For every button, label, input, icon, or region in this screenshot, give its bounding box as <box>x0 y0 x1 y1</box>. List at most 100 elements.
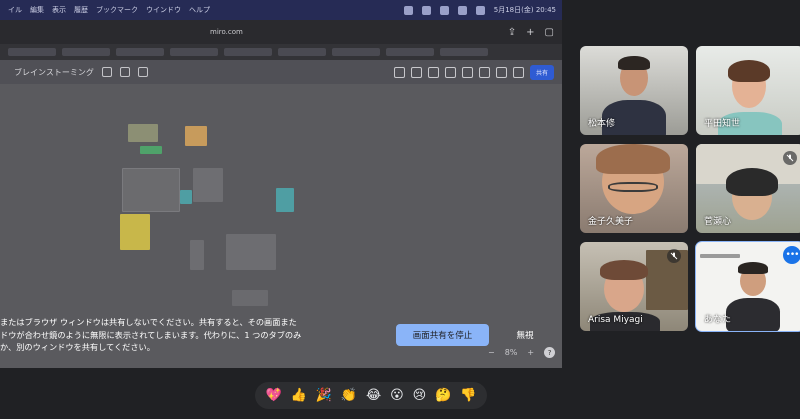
reaction-bar: 💖 👍 🎉 👏 😂 😮 😢 🤔 👎 <box>255 382 487 409</box>
shared-screen-preview: イル 編集 表示 履歴 ブックマーク ウインドウ ヘルプ 5月18日(金) 20… <box>0 0 562 368</box>
help-icon[interactable]: ? <box>544 347 556 358</box>
address-bar[interactable]: miro.com <box>210 28 243 36</box>
settings-icon[interactable] <box>101 67 112 77</box>
share-warning-line: またはブラウザ ウィンドウは共有しないでください。共有すると、その画面また <box>0 317 297 327</box>
tab-overview-icon[interactable]: ▢ <box>545 27 554 38</box>
status-icon[interactable] <box>421 5 431 15</box>
chat-icon[interactable] <box>461 66 473 78</box>
participant-hair <box>618 56 650 70</box>
participant-hair <box>600 260 648 280</box>
board-frame <box>232 290 268 306</box>
frame-icon[interactable] <box>410 66 422 78</box>
participant-hair <box>728 60 770 82</box>
bookmark-item[interactable] <box>170 48 218 56</box>
party-popper-reaction-icon[interactable]: 🎉 <box>316 388 332 403</box>
menu-clock: 5月18日(金) 20:45 <box>493 6 556 14</box>
sticky-note <box>276 188 294 212</box>
participant-name: 金子久美子 <box>588 217 634 227</box>
sticky-cluster <box>140 146 162 154</box>
pen-icon[interactable] <box>495 66 507 78</box>
thumbs-down-reaction-icon[interactable]: 👎 <box>460 388 476 403</box>
participant-body <box>726 298 780 331</box>
sticky-cluster <box>128 124 158 142</box>
share-warning-line: か、別のウィンドウを共有してください。 <box>0 342 155 352</box>
stop-sharing-button[interactable]: 画面共有を停止 <box>396 324 489 346</box>
participant-tile[interactable]: 金子久美子 <box>580 144 688 233</box>
bookmarks-bar <box>0 44 562 60</box>
timer-icon[interactable] <box>393 66 405 78</box>
participant-name: Arisa Miyagi <box>588 315 643 325</box>
search-icon[interactable] <box>137 67 148 77</box>
board-title[interactable]: ブレインストーミング <box>14 67 94 78</box>
menu-item-edit[interactable]: 編集 <box>30 5 44 15</box>
menu-item-window[interactable]: ウインドウ <box>146 5 181 15</box>
board-frame <box>226 234 276 270</box>
board-share-button[interactable]: 共有 <box>529 64 554 80</box>
menu-item-history[interactable]: 履歴 <box>74 5 88 15</box>
participant-hair <box>596 144 670 174</box>
mic-off-icon <box>783 151 797 165</box>
board-frame <box>190 240 204 270</box>
menu-item-view[interactable]: 表示 <box>52 5 66 15</box>
bookmark-item[interactable] <box>224 48 272 56</box>
menu-item-bookmarks[interactable]: ブックマーク <box>96 5 138 15</box>
thumbs-up-reaction-icon[interactable]: 👍 <box>291 388 307 403</box>
export-icon[interactable] <box>119 67 130 77</box>
clapping-reaction-icon[interactable]: 👏 <box>341 388 357 403</box>
bookmark-item[interactable] <box>278 48 326 56</box>
participant-tile[interactable]: Arisa Miyagi <box>580 242 688 331</box>
participant-hair <box>738 262 768 274</box>
mic-off-icon <box>667 249 681 263</box>
thinking-reaction-icon[interactable]: 🤔 <box>435 388 451 403</box>
board-frame <box>122 168 180 212</box>
participant-name: 松本修 <box>588 119 616 129</box>
note-icon[interactable] <box>444 66 456 78</box>
sticky-cluster <box>120 214 150 250</box>
browser-toolbar: miro.com ⇪ + ▢ <box>0 20 562 44</box>
bookmark-item[interactable] <box>386 48 434 56</box>
ignore-button[interactable]: 無視 <box>507 324 543 346</box>
zoom-in-button[interactable]: + <box>527 348 534 357</box>
cursor-icon[interactable] <box>478 66 490 78</box>
status-icon[interactable] <box>439 5 449 15</box>
menu-item-file[interactable]: イル <box>8 5 22 15</box>
share-page-icon[interactable]: ⇪ <box>508 27 516 38</box>
bookmark-item[interactable] <box>62 48 110 56</box>
participant-tile[interactable]: 松本修 <box>580 46 688 135</box>
participant-name: 菅瀬心 <box>704 217 732 227</box>
share-warning-line: ドウが合わせ鏡のように無限に表示されてしまいます。代わりに、1 つのタブのみ <box>0 329 302 340</box>
zoom-out-button[interactable]: − <box>488 348 495 357</box>
laughing-reaction-icon[interactable]: 😂 <box>366 388 381 403</box>
participant-name: 平田知世 <box>704 119 741 129</box>
grid-icon[interactable] <box>427 66 439 78</box>
more-options-button[interactable]: ••• <box>783 246 800 264</box>
wifi-icon[interactable] <box>475 5 485 15</box>
surprised-reaction-icon[interactable]: 😮 <box>390 388 404 403</box>
zoom-controls: − 8% + ? <box>488 347 556 358</box>
sticky-cluster <box>185 126 207 146</box>
participant-name: あなた <box>704 315 732 325</box>
bell-icon[interactable] <box>512 66 524 78</box>
status-icon[interactable] <box>403 5 413 15</box>
glasses <box>608 182 658 192</box>
participant-tile[interactable]: 平田知世 <box>696 46 800 135</box>
board-frame <box>193 168 223 202</box>
sad-reaction-icon[interactable]: 😢 <box>413 388 427 403</box>
status-icon[interactable] <box>457 5 467 15</box>
bookmark-item[interactable] <box>440 48 488 56</box>
self-view-tile[interactable]: ••• あなた <box>695 241 800 332</box>
menu-item-help[interactable]: ヘルプ <box>189 5 210 15</box>
heart-reaction-icon[interactable]: 💖 <box>265 388 281 403</box>
participant-tile[interactable]: 菅瀬心 <box>696 144 800 233</box>
participant-hair <box>726 168 778 196</box>
screen-text-strip <box>700 254 740 258</box>
bookmark-item[interactable] <box>116 48 164 56</box>
mac-menu-bar: イル 編集 表示 履歴 ブックマーク ウインドウ ヘルプ 5月18日(金) 20… <box>0 0 562 20</box>
new-tab-icon[interactable]: + <box>526 27 534 38</box>
bookmark-item[interactable] <box>8 48 56 56</box>
zoom-level: 8% <box>504 348 518 357</box>
board-toolbar: ブレインストーミング 共有 <box>0 60 562 84</box>
sticky-note <box>180 190 192 204</box>
bookmark-item[interactable] <box>332 48 380 56</box>
share-warning-message: またはブラウザ ウィンドウは共有しないでください。共有すると、その画面また ドウ… <box>0 316 340 354</box>
